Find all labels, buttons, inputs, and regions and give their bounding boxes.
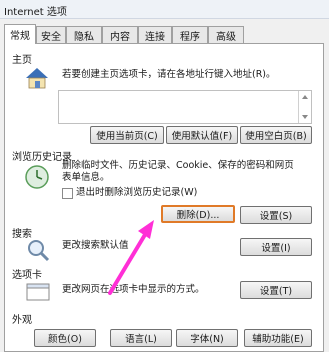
tabs-window-icon: [26, 281, 50, 301]
tabs-description: 更改网页在选项卡中显示的方式。: [62, 284, 205, 295]
tabs-settings-button[interactable]: 设置(T): [240, 281, 312, 299]
scroll-down-icon[interactable]: [302, 115, 308, 119]
scroll-up-icon[interactable]: [302, 95, 308, 99]
appearance-section-title: 外观: [12, 315, 32, 326]
history-settings-button[interactable]: 设置(S): [240, 206, 312, 224]
use-default-button[interactable]: 使用默认值(F): [166, 126, 238, 144]
languages-button[interactable]: 语言(L): [110, 329, 172, 347]
fonts-button[interactable]: 字体(N): [176, 329, 238, 347]
tab-security[interactable]: 安全: [36, 26, 66, 43]
homepage-section-title: 主页: [12, 55, 32, 66]
accessibility-button[interactable]: 辅助功能(E): [244, 329, 312, 347]
use-current-button[interactable]: 使用当前页(C): [90, 126, 164, 144]
use-blank-button[interactable]: 使用空白页(B): [240, 126, 312, 144]
tab-advanced[interactable]: 高级: [208, 26, 244, 43]
history-description-2: 表单信息。: [62, 172, 110, 183]
tab-programs[interactable]: 程序: [172, 26, 208, 43]
search-settings-button[interactable]: 设置(I): [240, 238, 312, 256]
house-icon: [24, 66, 50, 90]
colors-button[interactable]: 颜色(O): [34, 329, 96, 347]
tab-privacy[interactable]: 隐私: [66, 26, 102, 43]
tabs-section-title: 选项卡: [12, 270, 42, 281]
history-description-1: 删除临时文件、历史记录、Cookie、保存的密码和网页: [62, 160, 294, 171]
tab-content[interactable]: 内容: [102, 26, 138, 43]
homepage-url-field[interactable]: [58, 90, 312, 124]
homepage-description: 若要创建主页选项卡，请在各地址行键入地址(R)。: [62, 69, 276, 80]
delete-history-button[interactable]: 删除(D)...: [161, 205, 235, 223]
window-title: Internet 选项: [4, 7, 67, 18]
tab-strip: 常规 安全 隐私 内容 连接 程序 高级: [4, 24, 325, 44]
window-titlebar: Internet 选项: [0, 0, 329, 19]
magnifier-icon: [26, 238, 50, 262]
tab-general[interactable]: 常规: [4, 24, 36, 44]
history-clock-icon: [24, 164, 50, 190]
url-scrollbar[interactable]: [298, 91, 311, 123]
delete-on-exit-checkbox[interactable]: [62, 188, 73, 199]
delete-on-exit-label[interactable]: 退出时删除浏览历史记录(W): [76, 187, 197, 199]
tab-connections[interactable]: 连接: [138, 26, 172, 43]
search-description: 更改搜索默认值: [62, 240, 129, 251]
